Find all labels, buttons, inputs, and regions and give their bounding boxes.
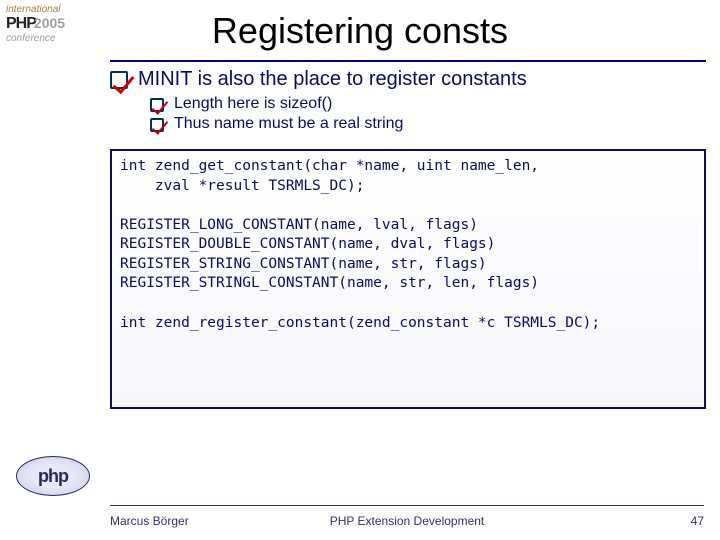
title-divider (110, 60, 706, 62)
code-block: int zend_get_constant(char *name, uint n… (110, 149, 706, 409)
checkmark-icon (150, 98, 164, 112)
logo-line-2a: PHP (6, 15, 36, 32)
sub-bullet-text: Thus name must be a real string (174, 115, 403, 133)
slide-title: Registering consts (0, 10, 720, 52)
content-area: MINIT is also the place to register cons… (110, 68, 706, 540)
footer-title: PHP Extension Development (110, 514, 704, 528)
footer: Marcus Börger PHP Extension Development … (110, 508, 704, 528)
php-logo-text: php (38, 466, 68, 487)
main-bullet-text: MINIT is also the place to register cons… (138, 68, 527, 91)
conference-logo-top: international PHP2005 conference (6, 4, 106, 54)
checkmark-icon (150, 118, 164, 132)
sub-bullet: Length here is sizeof() (150, 95, 706, 113)
checkmark-icon (110, 71, 128, 89)
sub-bullet: Thus name must be a real string (150, 115, 706, 133)
sub-bullet-list: Length here is sizeof() Thus name must b… (150, 95, 706, 133)
logo-line-1: international (6, 4, 106, 15)
footer-divider (110, 505, 704, 506)
logo-line-2b: 2005 (34, 15, 65, 31)
sub-bullet-text: Length here is sizeof() (174, 95, 332, 113)
slide: international PHP2005 conference php Reg… (0, 0, 720, 540)
php-logo-bottom: php (16, 456, 90, 496)
logo-line-3: conference (6, 33, 106, 44)
main-bullet: MINIT is also the place to register cons… (110, 68, 706, 91)
